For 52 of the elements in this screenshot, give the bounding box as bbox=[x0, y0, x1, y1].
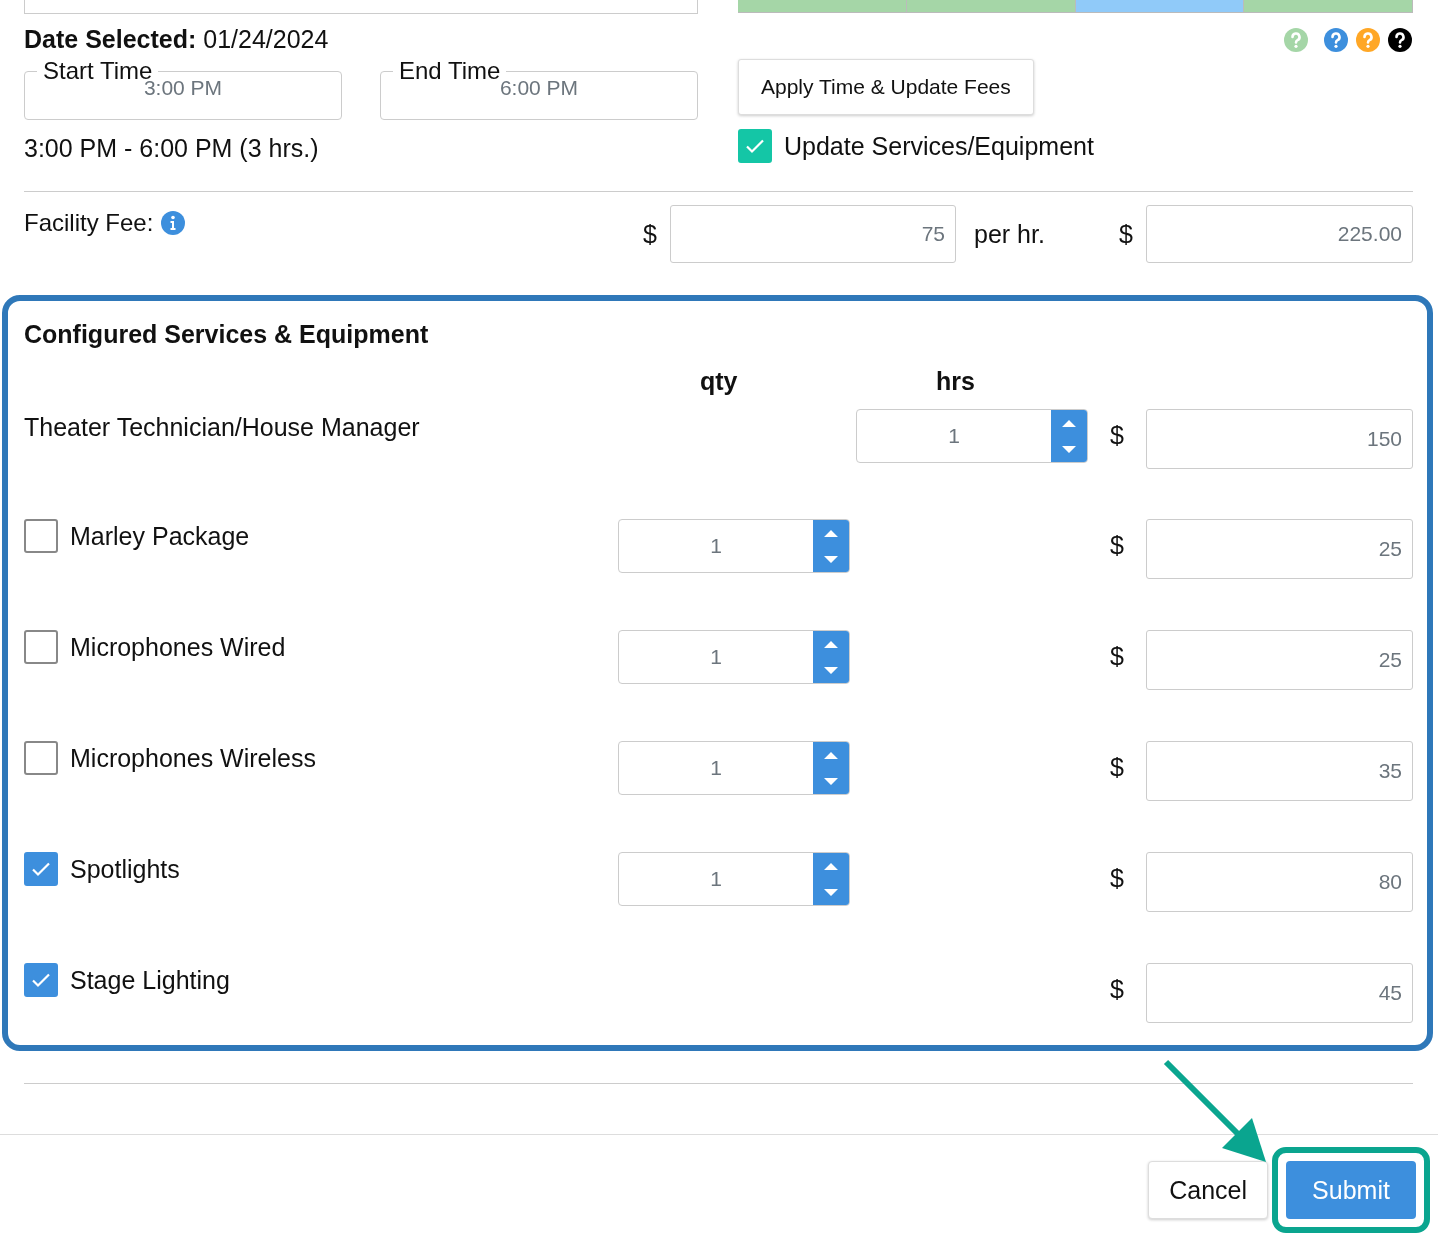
checkbox[interactable] bbox=[24, 630, 58, 664]
stepper-arrows-icon[interactable] bbox=[813, 853, 849, 905]
number-stepper[interactable]: 1 bbox=[618, 741, 850, 795]
checkbox[interactable] bbox=[24, 963, 58, 997]
stepper-arrows-icon[interactable] bbox=[813, 520, 849, 572]
checkbox[interactable] bbox=[738, 129, 772, 163]
currency-sign: $ bbox=[1109, 642, 1125, 671]
checkbox-label: Update Services/Equipment bbox=[784, 131, 1094, 161]
price-field[interactable]: 80 bbox=[1146, 852, 1413, 912]
service-name: Theater Technician/House Manager bbox=[24, 412, 420, 442]
date-selected: Date Selected: 01/24/2024 bbox=[24, 24, 330, 54]
price-field[interactable]: 150 bbox=[1146, 409, 1413, 469]
total-field[interactable]: 225.00 bbox=[1146, 205, 1413, 263]
price-field[interactable]: 25 bbox=[1146, 630, 1413, 690]
submit-button[interactable]: Submit bbox=[1286, 1161, 1416, 1219]
number-stepper[interactable]: 1 bbox=[618, 852, 850, 906]
checkbox[interactable] bbox=[24, 852, 58, 886]
number-stepper[interactable]: 1 bbox=[856, 409, 1088, 463]
help-icon[interactable] bbox=[1387, 27, 1413, 53]
stepper-arrows-icon[interactable] bbox=[813, 631, 849, 683]
info-icon[interactable] bbox=[161, 211, 186, 235]
service-name: Microphones Wireless bbox=[70, 743, 316, 773]
currency-sign: $ bbox=[1109, 531, 1125, 560]
time-range: 3:00 PM - 6:00 PM (3 hrs.) bbox=[24, 134, 320, 163]
service-name: Stage Lighting bbox=[70, 965, 230, 995]
currency-sign: $ bbox=[642, 219, 658, 249]
column-header: qty bbox=[700, 367, 738, 396]
apply-time-button[interactable]: Apply Time & Update Fees bbox=[738, 59, 1034, 115]
start-time-field[interactable]: Start Time 3:00 PM bbox=[24, 60, 342, 120]
service-name: Microphones Wired bbox=[70, 632, 286, 662]
stepper-arrows-icon[interactable] bbox=[1051, 410, 1087, 462]
currency-sign: $ bbox=[1109, 864, 1125, 893]
section-title: Configured Services & Equipment bbox=[24, 319, 430, 349]
price-field[interactable]: 35 bbox=[1146, 741, 1413, 801]
rate-unit: per hr. bbox=[973, 219, 1046, 249]
rate-field[interactable]: 75 bbox=[670, 205, 956, 263]
checkbox[interactable] bbox=[24, 741, 58, 775]
column-header: hrs bbox=[936, 367, 975, 396]
service-name: Marley Package bbox=[70, 521, 250, 551]
cancel-button[interactable]: Cancel bbox=[1148, 1161, 1268, 1219]
price-field[interactable]: 45 bbox=[1146, 963, 1413, 1023]
price-field[interactable]: 25 bbox=[1146, 519, 1413, 579]
stepper-arrows-icon[interactable] bbox=[813, 742, 849, 794]
number-stepper[interactable]: 1 bbox=[618, 630, 850, 684]
currency-sign: $ bbox=[1109, 975, 1125, 1004]
checkbox[interactable] bbox=[24, 519, 58, 553]
service-name: Spotlights bbox=[70, 854, 180, 884]
number-stepper[interactable]: 1 bbox=[618, 519, 850, 573]
currency-sign: $ bbox=[1109, 753, 1125, 782]
facility-fee-label: Facility Fee: bbox=[24, 209, 154, 237]
currency-sign: $ bbox=[1118, 219, 1134, 249]
currency-sign: $ bbox=[1109, 421, 1125, 450]
